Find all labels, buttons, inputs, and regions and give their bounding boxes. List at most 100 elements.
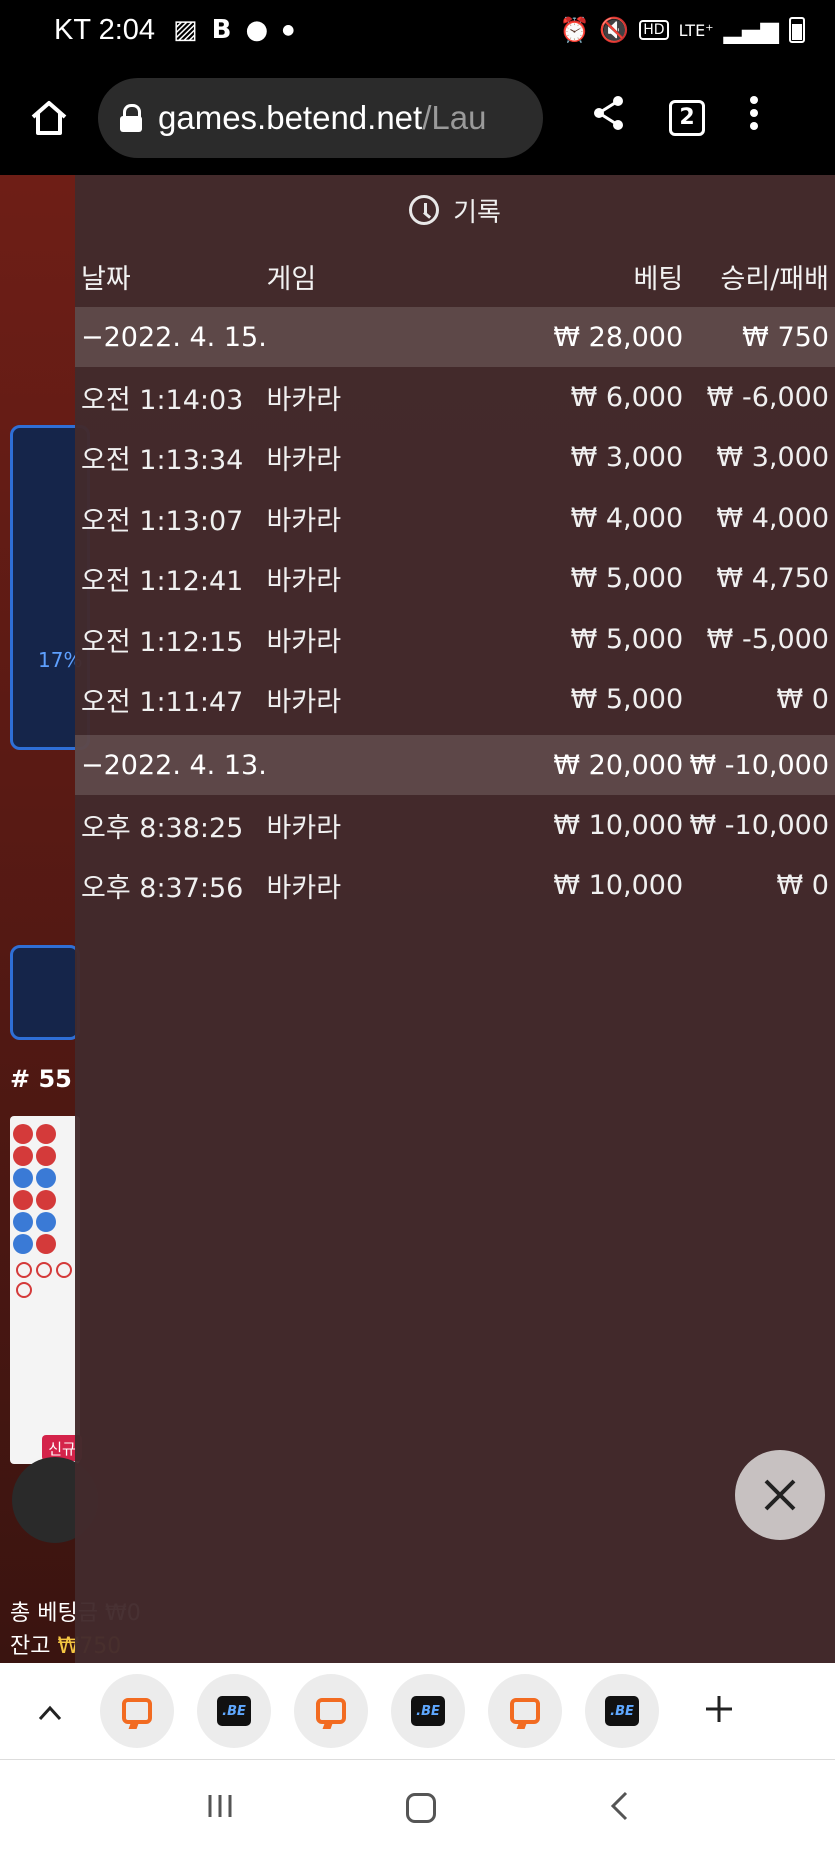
tab-betend[interactable]: .BE bbox=[391, 1674, 465, 1748]
bet-game: 바카라 bbox=[266, 873, 342, 905]
bet-row: 오전 1:11:47 바카라 ₩ 5,000 ₩ 0 bbox=[75, 670, 835, 731]
bet-result: ₩ 4,000 bbox=[716, 502, 829, 534]
bet-amount: ₩ 10,000 bbox=[553, 870, 684, 902]
road-circle bbox=[36, 1262, 52, 1278]
be-icon: .BE bbox=[605, 1696, 639, 1726]
tab-betend[interactable]: .BE bbox=[585, 1674, 659, 1748]
date-group: −2022. 4. 13. ₩ 20,000 ₩ -10,000 오후 8:38… bbox=[75, 735, 835, 921]
alarm-icon: ⏰ bbox=[559, 16, 590, 44]
tab-chat[interactable] bbox=[488, 1674, 562, 1748]
home-nav-button[interactable] bbox=[406, 1793, 437, 1823]
group-date: −2022. 4. 13. bbox=[81, 749, 267, 781]
tab-chat[interactable] bbox=[294, 1674, 368, 1748]
player-dot bbox=[13, 1212, 33, 1232]
group-total-bet: ₩ 20,000 bbox=[553, 749, 684, 781]
bet-result: ₩ -5,000 bbox=[706, 623, 829, 655]
bet-result: ₩ -6,000 bbox=[706, 381, 829, 413]
browser-toolbar: games.betend.net/Lau 2 bbox=[0, 60, 835, 175]
player-dot bbox=[13, 1168, 33, 1188]
close-icon bbox=[764, 1479, 796, 1511]
bet-amount: ₩ 6,000 bbox=[570, 381, 684, 413]
address-bar[interactable]: games.betend.net/Lau bbox=[98, 77, 543, 158]
column-bet: 베팅 bbox=[633, 263, 684, 295]
dot-icon: ● bbox=[282, 22, 295, 38]
more-menu-button[interactable] bbox=[749, 96, 759, 139]
bet-result: ₩ 4,750 bbox=[716, 563, 829, 595]
image-icon: ▨ bbox=[173, 15, 198, 45]
url-path: /Lau bbox=[422, 98, 487, 136]
battery-icon bbox=[789, 17, 805, 43]
road-circle bbox=[56, 1262, 72, 1278]
bet-time: 오전 1:11:47 bbox=[81, 687, 244, 719]
history-panel: 기록 날짜 게임 베팅 승리/패배 −2022. 4. 15. ₩ 28,000… bbox=[75, 175, 835, 1663]
share-icon bbox=[594, 96, 623, 130]
bet-game: 바카라 bbox=[266, 687, 342, 719]
bet-row: 오후 8:37:56 바카라 ₩ 10,000 ₩ 0 bbox=[75, 856, 835, 917]
bet-row: 오전 1:13:07 바카라 ₩ 4,000 ₩ 4,000 bbox=[75, 488, 835, 549]
balance-label: 잔고 bbox=[10, 1634, 51, 1659]
share-button[interactable] bbox=[589, 95, 629, 140]
close-button[interactable] bbox=[735, 1450, 825, 1540]
be-icon: .BE bbox=[217, 1696, 251, 1726]
date-group: −2022. 4. 15. ₩ 28,000 ₩ 750 오전 1:14:03 … bbox=[75, 307, 835, 735]
bet-time: 오전 1:13:34 bbox=[81, 445, 244, 477]
recents-icon bbox=[208, 1795, 232, 1817]
add-tab-button[interactable] bbox=[704, 1688, 734, 1734]
tab-switcher-button[interactable]: 2 bbox=[669, 99, 705, 136]
bet-time: 오후 8:38:25 bbox=[81, 812, 244, 844]
bet-game: 바카라 bbox=[266, 566, 342, 598]
home-button[interactable] bbox=[0, 100, 98, 136]
tab-chat[interactable] bbox=[100, 1674, 174, 1748]
bet-row: 오전 1:12:15 바카라 ₩ 5,000 ₩ -5,000 bbox=[75, 609, 835, 670]
bet-amount: ₩ 5,000 bbox=[570, 684, 684, 716]
group-total-result: ₩ 750 bbox=[742, 321, 829, 353]
column-game: 게임 bbox=[266, 263, 317, 295]
bet-game: 바카라 bbox=[266, 626, 342, 658]
date-group-header[interactable]: −2022. 4. 15. ₩ 28,000 ₩ 750 bbox=[75, 307, 835, 367]
side-panel bbox=[10, 945, 80, 1040]
bet-game: 바카라 bbox=[266, 445, 342, 477]
bet-row: 오후 8:38:25 바카라 ₩ 10,000 ₩ -10,000 bbox=[75, 795, 835, 856]
bet-result: ₩ 3,000 bbox=[716, 442, 829, 474]
history-title: 기록 bbox=[453, 197, 501, 228]
bet-result: ₩ -10,000 bbox=[689, 809, 830, 841]
bet-game: 바카라 bbox=[266, 505, 342, 537]
collapse-tabs-button[interactable] bbox=[0, 1694, 100, 1729]
bet-amount: ₩ 5,000 bbox=[570, 563, 684, 595]
bet-game: 바카라 bbox=[266, 812, 342, 844]
player-dot bbox=[36, 1168, 56, 1188]
chat-icon bbox=[510, 1698, 540, 1724]
plus-icon bbox=[706, 1696, 732, 1722]
recents-button[interactable] bbox=[206, 1792, 234, 1824]
date-group-header[interactable]: −2022. 4. 13. ₩ 20,000 ₩ -10,000 bbox=[75, 735, 835, 795]
tab-strip: .BE .BE .BE bbox=[0, 1663, 835, 1759]
bet-result: ₩ 0 bbox=[776, 870, 829, 902]
banker-dot bbox=[36, 1234, 56, 1254]
bet-amount: ₩ 10,000 bbox=[553, 809, 684, 841]
signal-icon: ▂▄▆ bbox=[723, 16, 779, 44]
bet-amount: ₩ 4,000 bbox=[570, 502, 684, 534]
bet-row: 오전 1:12:41 바카라 ₩ 5,000 ₩ 4,750 bbox=[75, 549, 835, 610]
bet-time: 오전 1:12:41 bbox=[81, 566, 244, 598]
group-total-result: ₩ -10,000 bbox=[689, 749, 830, 781]
bead-road bbox=[10, 1116, 80, 1464]
system-nav-bar bbox=[0, 1759, 835, 1856]
column-result: 승리/패배 bbox=[720, 263, 829, 295]
column-date: 날짜 bbox=[81, 263, 131, 295]
tab-betend[interactable]: .BE bbox=[197, 1674, 271, 1748]
bet-time: 오전 1:14:03 bbox=[81, 384, 244, 416]
hd-icon: HD bbox=[639, 20, 669, 40]
player-dot bbox=[36, 1212, 56, 1232]
bet-amount: ₩ 3,000 bbox=[570, 442, 684, 474]
road-circle bbox=[16, 1262, 32, 1278]
banker-dot bbox=[13, 1190, 33, 1210]
lte-plus-icon: LTE⁺ bbox=[678, 20, 714, 40]
column-header-row: 날짜 게임 베팅 승리/패배 bbox=[75, 245, 835, 307]
back-button[interactable] bbox=[609, 1790, 629, 1826]
chevron-up-icon bbox=[38, 1705, 62, 1720]
chat-bubble-icon: ● bbox=[245, 15, 269, 45]
carrier-time: KT 2:04 bbox=[54, 13, 156, 46]
road-circle bbox=[16, 1282, 32, 1298]
banker-dot bbox=[36, 1190, 56, 1210]
bet-row: 오전 1:14:03 바카라 ₩ 6,000 ₩ -6,000 bbox=[75, 367, 835, 428]
